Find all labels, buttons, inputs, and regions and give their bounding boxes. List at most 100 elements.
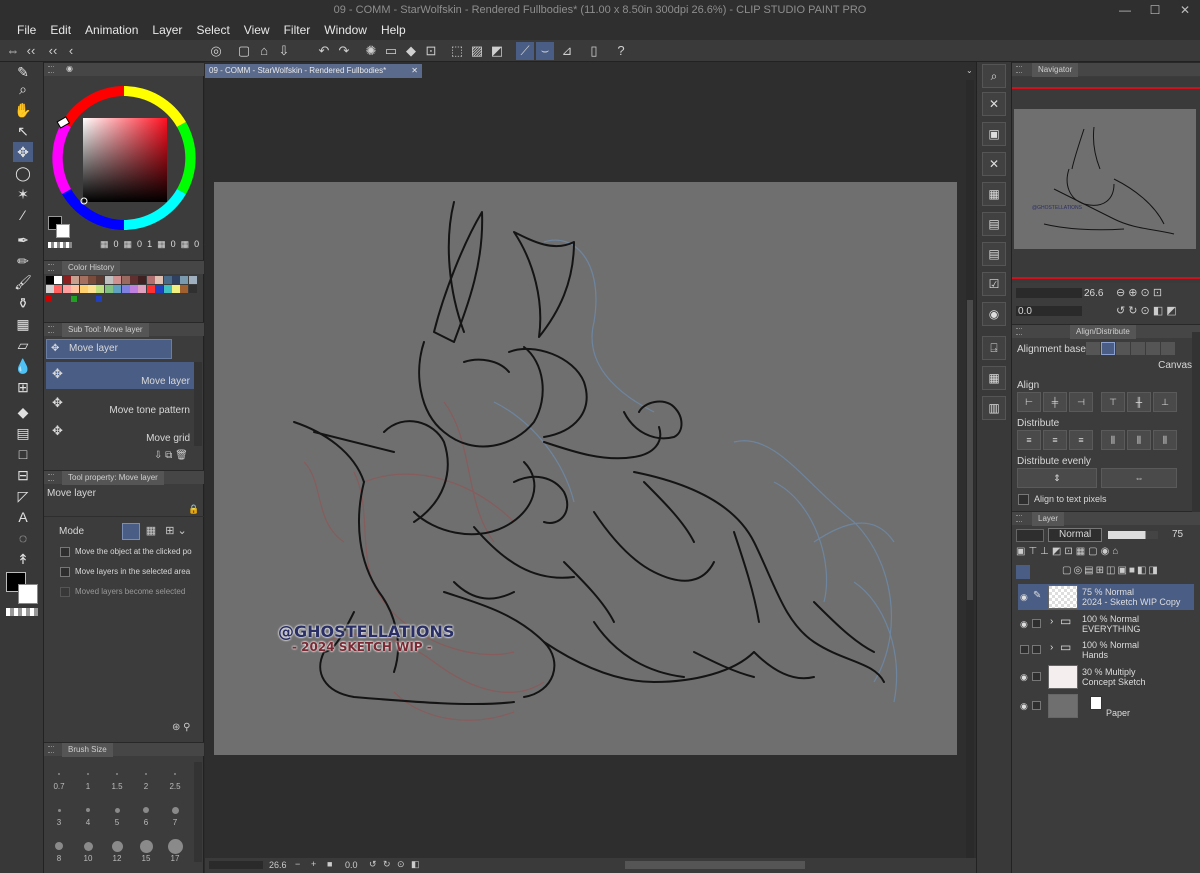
invert-selection-icon[interactable]: ◩ <box>488 42 506 60</box>
brush-size-dot[interactable] <box>87 773 89 775</box>
tool-property-tab[interactable]: Tool property: Move layer <box>62 471 164 485</box>
history-color-swatch[interactable] <box>130 285 138 293</box>
grip-icon[interactable] <box>48 66 54 73</box>
brush-size-scrollbar[interactable] <box>194 762 202 862</box>
align-right-button[interactable]: ⊣ <box>1069 392 1093 412</box>
brush-size-dot[interactable] <box>57 808 61 812</box>
subtool-scrollbar[interactable] <box>194 362 202 446</box>
history-color-swatch[interactable] <box>88 285 96 293</box>
opacity-slider[interactable] <box>1108 531 1158 539</box>
pencil-icon[interactable]: ✏ <box>13 251 33 271</box>
brush-size-dot[interactable] <box>86 808 90 812</box>
reset-rotation-icon[interactable]: ⊙ <box>397 859 405 870</box>
correct-line-icon[interactable]: ↟ <box>13 549 33 569</box>
undo-icon[interactable]: ↶ <box>315 42 333 60</box>
layer-row-everything[interactable]: ◉ › ▭ 100 % Normal EVERYTHING <box>1018 611 1194 637</box>
menu-layer[interactable]: Layer <box>145 21 189 40</box>
brush-size-dot[interactable] <box>173 772 177 776</box>
grip-icon[interactable] <box>48 326 54 333</box>
history-color-swatch[interactable] <box>71 296 77 302</box>
align-tab[interactable]: Align/Distribute <box>1070 325 1136 339</box>
history-color-swatch[interactable] <box>121 285 130 293</box>
vertical-scrollbar[interactable] <box>966 80 974 858</box>
lock-icon[interactable]: 🔒 <box>188 504 199 515</box>
history-color-swatch[interactable] <box>46 285 54 293</box>
layer-property-icon[interactable]: ▣ <box>982 122 1006 146</box>
history-color-swatch[interactable] <box>138 276 147 284</box>
history-color-swatch[interactable] <box>146 285 155 293</box>
mode-tone-button[interactable]: ▦ <box>142 523 160 540</box>
menu-view[interactable]: View <box>237 21 277 40</box>
figure-icon[interactable]: □ <box>13 444 33 464</box>
sub-view-icon[interactable]: ✕ <box>982 92 1006 116</box>
history-color-swatch[interactable] <box>62 285 71 293</box>
brush-tool-icon[interactable]: 🖌 <box>13 272 33 292</box>
history-color-swatch[interactable] <box>138 285 147 293</box>
menu-animation[interactable]: Animation <box>78 21 145 40</box>
align-top-button[interactable]: ⊤ <box>1101 392 1125 412</box>
history-color-swatch[interactable] <box>121 276 130 284</box>
rotate-left-icon[interactable]: ↺ <box>369 859 377 870</box>
layer-lock-checkbox[interactable] <box>1032 619 1041 628</box>
color-wheel-tab-icon[interactable]: ◉ <box>66 64 73 73</box>
subtool-item-move-tone[interactable]: ✥ Move tone pattern <box>46 391 194 418</box>
nav-zoom-slider[interactable] <box>1016 288 1082 298</box>
close-tab-icon[interactable]: ✕ <box>411 64 418 78</box>
grip-icon[interactable] <box>48 746 54 753</box>
history-color-swatch[interactable] <box>163 285 172 293</box>
auto-action-icon[interactable]: ▤ <box>982 242 1006 266</box>
duplicate-icon[interactable]: ⧉ <box>165 450 172 461</box>
navigator-icon[interactable]: ⌕ <box>982 64 1006 88</box>
align-base-option[interactable] <box>1131 342 1145 355</box>
option-checkbox[interactable] <box>60 547 70 557</box>
clear-icon[interactable]: ✺ <box>362 42 380 60</box>
search-layer-icon[interactable]: ✕ <box>982 152 1006 176</box>
navigator-tab[interactable]: Navigator <box>1032 63 1079 77</box>
animation-cels-icon[interactable]: ⍈ <box>982 336 1006 360</box>
menu-select[interactable]: Select <box>189 21 236 40</box>
align-base-option-selected[interactable] <box>1101 342 1115 355</box>
history-icon[interactable]: ▤ <box>982 212 1006 236</box>
history-color-swatch[interactable] <box>113 285 122 293</box>
blend-mode-select[interactable]: Normal <box>1048 528 1102 542</box>
clear-outside-icon[interactable]: ▭ <box>382 42 400 60</box>
history-color-swatch[interactable] <box>188 276 197 284</box>
snap-special-ruler-icon[interactable]: ⌣ <box>536 42 554 60</box>
align-base-option[interactable] <box>1146 342 1160 355</box>
save-icon[interactable]: ⇩ <box>275 42 293 60</box>
brush-size-dot[interactable] <box>145 773 147 775</box>
deselect-icon[interactable]: ⬚ <box>448 42 466 60</box>
distribute-left-button[interactable]: ⫼ <box>1101 430 1125 450</box>
folder-expand-icon[interactable]: › <box>1050 643 1053 653</box>
grip-icon[interactable] <box>48 264 54 271</box>
panel-toggle-icon[interactable]: ‹ <box>62 42 80 60</box>
layer-action-icons[interactable]: ▢◎▤⊞◫▣■◧◨ <box>1062 565 1196 579</box>
align-scrollbar[interactable] <box>1192 332 1200 512</box>
history-color-swatch[interactable] <box>180 276 189 284</box>
gradient-icon[interactable]: ▤ <box>13 423 33 443</box>
distribute-center-button[interactable]: ⫼ <box>1127 430 1151 450</box>
history-color-swatch[interactable] <box>96 276 105 284</box>
color-history-grid[interactable] <box>46 276 198 316</box>
eye-icon[interactable]: ◉ <box>1020 592 1030 602</box>
history-color-swatch[interactable] <box>88 276 96 284</box>
redo-icon[interactable]: ↷ <box>335 42 353 60</box>
history-color-swatch[interactable] <box>163 276 172 284</box>
panel-toggle-icon[interactable]: ‹‹ <box>22 42 40 60</box>
history-color-swatch[interactable] <box>104 276 113 284</box>
distribute-middle-button[interactable]: ≡ <box>1043 430 1067 450</box>
subtool-tab[interactable]: Sub Tool: Move layer <box>62 323 149 337</box>
fill-bucket-icon[interactable]: ◆ <box>13 402 33 422</box>
history-color-swatch[interactable] <box>62 276 71 284</box>
align-base-option[interactable] <box>1086 342 1100 355</box>
eraser-icon[interactable]: ▱ <box>13 335 33 355</box>
decoration-icon[interactable]: ▦ <box>13 314 33 334</box>
brush-size-dot[interactable] <box>171 806 179 814</box>
open-file-icon[interactable]: ⌂ <box>255 42 273 60</box>
grip-icon[interactable] <box>1016 328 1022 335</box>
eyedropper-icon[interactable]: ⁄ <box>13 205 33 225</box>
vertical-scroll-thumb[interactable] <box>967 300 973 600</box>
sub-color-small-swatch[interactable] <box>56 224 70 238</box>
nav-zoom-controls[interactable]: ⊖ ⊕ ⊙ ⊡ <box>1116 286 1162 299</box>
history-color-swatch[interactable] <box>188 285 197 293</box>
